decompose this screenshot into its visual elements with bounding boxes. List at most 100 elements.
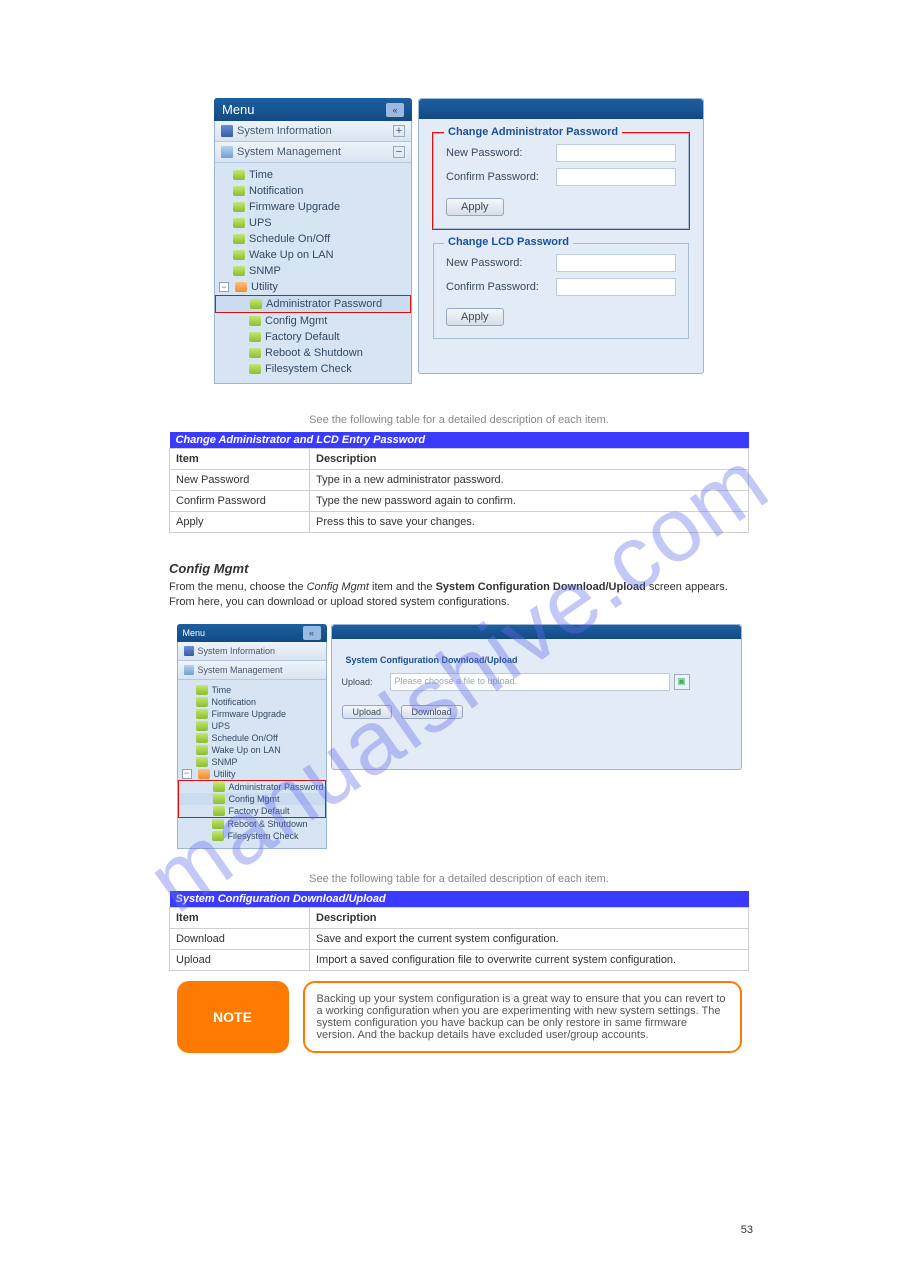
nav-firmware[interactable]: Firmware Upgrade: [178, 708, 326, 720]
content-header: [332, 625, 741, 639]
table-cell: Type in a new administrator password.: [310, 470, 749, 491]
admin-password-table: Change Administrator and LCD Entry Passw…: [169, 432, 749, 533]
menu-header: Menu «: [214, 98, 412, 121]
minus-icon[interactable]: −: [182, 769, 192, 779]
cube-icon: [196, 709, 208, 719]
cube-icon: [196, 733, 208, 743]
table-cell: Description: [310, 449, 749, 470]
section-title: Config Mgmt: [169, 561, 749, 576]
nav-utility[interactable]: −Utility: [178, 768, 326, 780]
nav-wol[interactable]: Wake Up on LAN: [215, 247, 411, 263]
nav-utility[interactable]: −Utility: [215, 279, 411, 295]
cube-icon: [196, 685, 208, 695]
table-header: System Configuration Download/Upload: [170, 891, 749, 908]
nav-time[interactable]: Time: [215, 167, 411, 183]
nav-factory-default[interactable]: Factory Default: [178, 805, 326, 818]
nav-admin-password[interactable]: Administrator Password: [178, 780, 326, 793]
section-description: From the menu, choose the Config Mgmt it…: [169, 580, 749, 610]
nav-tree: Time Notification Firmware Upgrade UPS S…: [215, 163, 411, 383]
section-system-info[interactable]: System Information: [178, 642, 326, 661]
table-caption: See the following table for a detailed d…: [0, 873, 918, 885]
apply-button[interactable]: Apply: [446, 308, 504, 326]
nav-firmware[interactable]: Firmware Upgrade: [215, 199, 411, 215]
menu-header: Menu «: [177, 624, 327, 642]
table-cell: Save and export the current system confi…: [310, 928, 749, 949]
nav-snmp[interactable]: SNMP: [215, 263, 411, 279]
download-button[interactable]: Download: [401, 705, 463, 719]
nav-reboot[interactable]: Reboot & Shutdown: [215, 345, 411, 361]
nav-tree: Time Notification Firmware Upgrade UPS S…: [178, 680, 326, 848]
collapse-minus-icon[interactable]: −: [393, 146, 405, 158]
table-cell: Press this to save your changes.: [310, 512, 749, 533]
panel-legend: System Configuration Download/Upload: [342, 655, 731, 665]
nav-fsck[interactable]: Filesystem Check: [178, 830, 326, 842]
cube-icon: [233, 202, 245, 212]
label-new-password: New Password:: [446, 147, 556, 159]
content-header: [419, 99, 703, 119]
config-download-upload-panel: System Configuration Download/Upload Upl…: [342, 649, 731, 725]
config-table: System Configuration Download/Upload Ite…: [169, 891, 749, 971]
table-cell: Item: [170, 907, 310, 928]
nav-schedule[interactable]: Schedule On/Off: [215, 231, 411, 247]
section-system-mgmt[interactable]: System Management −: [215, 142, 411, 163]
label-upload: Upload:: [342, 677, 390, 687]
panel-legend: Change LCD Password: [444, 236, 573, 248]
apply-button[interactable]: Apply: [446, 198, 504, 216]
collapse-icon[interactable]: «: [386, 103, 404, 117]
label-new-password: New Password:: [446, 257, 556, 269]
cube-icon: [249, 348, 261, 358]
cube-icon: [233, 266, 245, 276]
cube-icon: [249, 364, 261, 374]
change-lcd-password-panel: Change LCD Password New Password: Confir…: [433, 243, 689, 339]
cube-icon: [233, 250, 245, 260]
minus-icon[interactable]: −: [219, 282, 229, 292]
nav-factory-default[interactable]: Factory Default: [215, 329, 411, 345]
input-new-password[interactable]: [556, 144, 676, 162]
input-confirm-password[interactable]: [556, 278, 676, 296]
menu-title: Menu: [222, 102, 255, 117]
cube-icon: [235, 282, 247, 292]
cube-icon: [233, 170, 245, 180]
nav-notification[interactable]: Notification: [215, 183, 411, 199]
table-cell: Description: [310, 907, 749, 928]
nav-wol[interactable]: Wake Up on LAN: [178, 744, 326, 756]
nav-ups[interactable]: UPS: [178, 720, 326, 732]
nav-schedule[interactable]: Schedule On/Off: [178, 732, 326, 744]
table-cell: Import a saved configuration file to ove…: [310, 949, 749, 970]
section-system-mgmt[interactable]: System Management: [178, 661, 326, 680]
upload-button[interactable]: Upload: [342, 705, 393, 719]
nav-config-mgmt[interactable]: Config Mgmt: [178, 793, 326, 805]
nav-ups[interactable]: UPS: [215, 215, 411, 231]
tools-icon: [184, 665, 194, 675]
browse-icon[interactable]: ▣: [674, 674, 690, 690]
table-cell: Upload: [170, 949, 310, 970]
input-upload-file[interactable]: Please choose a file to upload.: [390, 673, 670, 691]
cube-icon: [233, 218, 245, 228]
input-new-password[interactable]: [556, 254, 676, 272]
nav-snmp[interactable]: SNMP: [178, 756, 326, 768]
nav-time[interactable]: Time: [178, 684, 326, 696]
collapse-icon[interactable]: «: [303, 626, 321, 640]
cube-icon: [249, 332, 261, 342]
note-box: NOTE Backing up your system configuratio…: [177, 981, 742, 1053]
nav-config-mgmt[interactable]: Config Mgmt: [215, 313, 411, 329]
cube-icon: [198, 769, 210, 779]
nav-admin-password[interactable]: Administrator Password: [215, 295, 411, 313]
nav-reboot[interactable]: Reboot & Shutdown: [178, 818, 326, 830]
cube-icon: [213, 782, 225, 792]
table-cell: Type the new password again to confirm.: [310, 491, 749, 512]
nav-notification[interactable]: Notification: [178, 696, 326, 708]
table-cell: Download: [170, 928, 310, 949]
label-confirm-password: Confirm Password:: [446, 171, 556, 183]
input-confirm-password[interactable]: [556, 168, 676, 186]
cube-icon: [233, 234, 245, 244]
nav-fsck[interactable]: Filesystem Check: [215, 361, 411, 377]
table-cell: Apply: [170, 512, 310, 533]
expand-icon[interactable]: +: [393, 125, 405, 137]
cube-icon: [212, 831, 224, 841]
page-number: 53: [741, 1224, 753, 1236]
cube-icon: [250, 299, 262, 309]
menu-title: Menu: [183, 628, 206, 638]
cube-icon: [213, 806, 225, 816]
section-system-info[interactable]: System Information +: [215, 121, 411, 142]
